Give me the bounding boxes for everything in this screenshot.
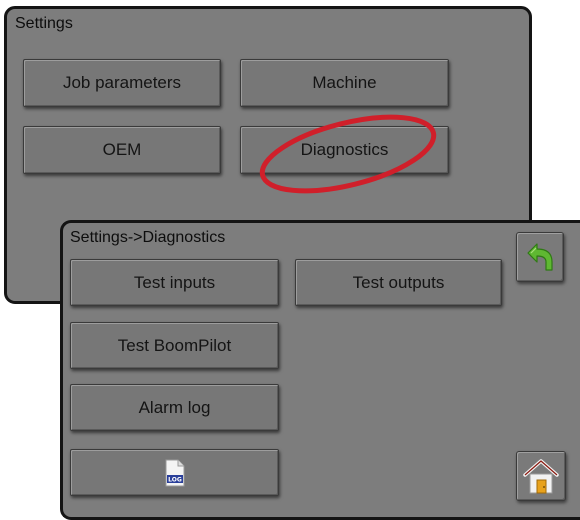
oem-button[interactable]: OEM: [23, 126, 221, 174]
machine-button[interactable]: Machine: [240, 59, 449, 107]
alarm-log-button[interactable]: Alarm log: [70, 384, 279, 431]
log-icon-text: LOG: [168, 476, 182, 483]
log-file-icon: LOG: [165, 459, 184, 486]
back-arrow-icon: [527, 243, 553, 271]
home-button[interactable]: [516, 451, 566, 501]
back-button[interactable]: [516, 232, 564, 282]
diagnostics-panel: Settings->Diagnostics Test inputs Test o…: [60, 220, 580, 520]
test-inputs-button[interactable]: Test inputs: [70, 259, 279, 306]
test-boompilot-button[interactable]: Test BoomPilot: [70, 322, 279, 369]
home-icon: [523, 459, 559, 494]
log-button[interactable]: LOG: [70, 449, 279, 496]
diagnostics-button[interactable]: Diagnostics: [240, 126, 449, 174]
page-title: Settings: [15, 15, 73, 32]
page-title: Settings->Diagnostics: [70, 229, 226, 246]
test-outputs-button[interactable]: Test outputs: [295, 259, 502, 306]
job-parameters-button[interactable]: Job parameters: [23, 59, 221, 107]
